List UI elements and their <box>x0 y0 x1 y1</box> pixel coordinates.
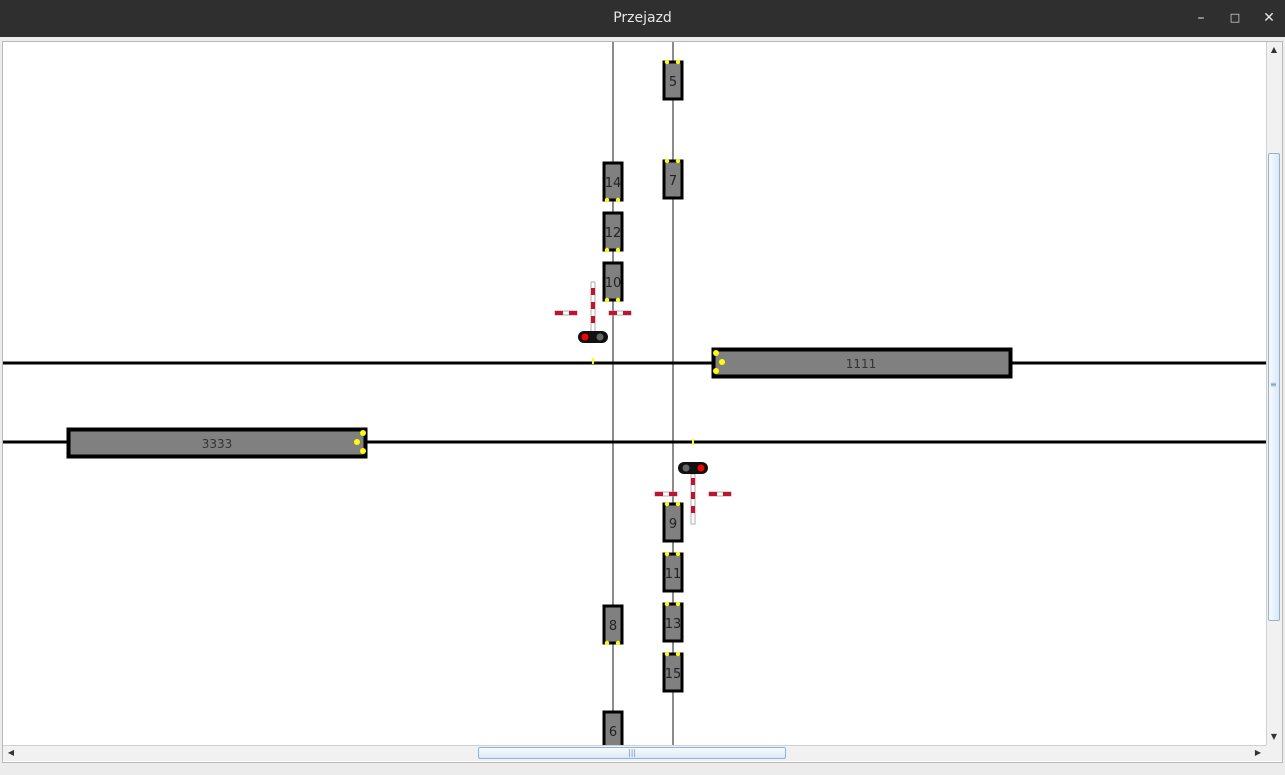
crossing-canvas: 1111 3333 14 12 10 8 6 5 7 9 11 13 15 <box>3 42 1266 745</box>
car-left-14: 14 <box>602 161 624 203</box>
train-1111: 1111 <box>711 347 1013 379</box>
car-left-8: 8 <box>602 604 624 646</box>
train-label: 3333 <box>202 437 233 451</box>
minimize-icon[interactable]: – <box>1191 8 1211 28</box>
car-label: 14 <box>605 176 622 191</box>
scroll-corner <box>1266 745 1282 761</box>
car-right-15: 15 <box>662 651 684 693</box>
maximize-icon[interactable]: □ <box>1225 8 1245 28</box>
window-titlebar: Przejazd – □ ✕ <box>0 0 1285 37</box>
vertical-scroll-thumb[interactable]: ≡ <box>1268 153 1280 621</box>
car-left-6: 6 <box>602 710 624 745</box>
car-label: 9 <box>669 517 677 532</box>
sensor-upper <box>592 358 594 364</box>
scroll-left-icon[interactable]: ◀ <box>3 745 19 761</box>
car-label: 12 <box>605 226 622 241</box>
train-3333: 3333 <box>66 427 368 459</box>
car-right-13: 13 <box>662 601 684 643</box>
scroll-down-icon[interactable]: ▼ <box>1266 729 1282 745</box>
window-bottom-edge <box>0 763 1285 775</box>
sensor-lower <box>692 439 694 445</box>
horizontal-scroll-thumb[interactable]: ||| <box>478 747 786 759</box>
car-label: 10 <box>605 276 622 291</box>
scroll-right-icon[interactable]: ▶ <box>1250 745 1266 761</box>
car-label: 5 <box>669 75 677 90</box>
car-left-12: 12 <box>602 211 624 253</box>
car-right-11: 11 <box>662 551 684 593</box>
car-right-7: 7 <box>662 158 684 200</box>
car-label: 6 <box>609 725 617 740</box>
crossing-svg: 1111 3333 14 12 10 8 6 5 7 9 11 13 15 <box>3 42 1266 745</box>
car-left-10: 10 <box>602 261 624 303</box>
window-title: Przejazd <box>613 10 672 26</box>
scroll-up-icon[interactable]: ▲ <box>1266 42 1282 58</box>
signal-lower <box>678 462 708 474</box>
signal-upper <box>578 331 608 343</box>
car-label: 7 <box>669 174 677 189</box>
car-label: 15 <box>665 667 682 682</box>
car-right-5: 5 <box>662 59 684 101</box>
close-icon[interactable]: ✕ <box>1259 8 1279 28</box>
car-label: 8 <box>609 619 617 634</box>
car-right-9: 9 <box>662 501 684 543</box>
train-label: 1111 <box>846 357 877 371</box>
car-label: 13 <box>665 617 682 632</box>
car-label: 11 <box>665 567 682 582</box>
